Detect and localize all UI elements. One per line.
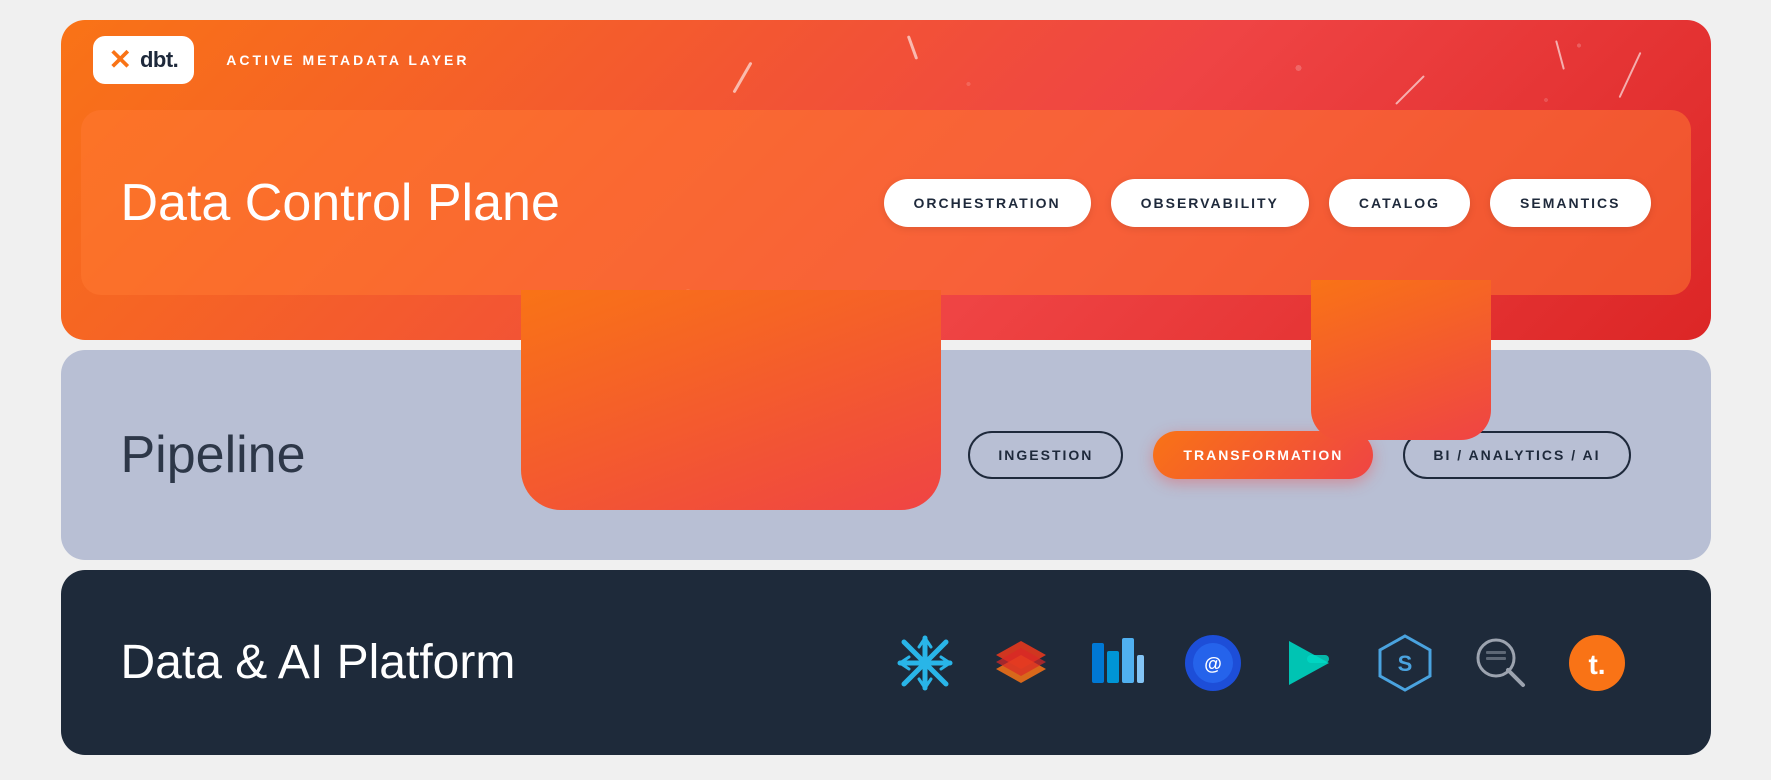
svg-text:@: @ bbox=[1204, 654, 1222, 674]
dbt-logo-text: dbt. bbox=[140, 47, 178, 73]
starburst-icon: S bbox=[1371, 629, 1439, 697]
data-ai-platform-title: Data & AI Platform bbox=[121, 635, 516, 690]
pill-ingestion[interactable]: INGESTION bbox=[968, 431, 1123, 479]
pipeline-title: Pipeline bbox=[121, 425, 401, 485]
active-metadata-label: ACTIVE METADATA LAYER bbox=[226, 52, 469, 68]
atlan-icon: @ bbox=[1179, 629, 1247, 697]
main-container: ✕ dbt. ACTIVE METADATA LAYER Data Contro… bbox=[61, 20, 1711, 760]
svg-text:t.: t. bbox=[1588, 649, 1605, 680]
data-control-plane-title: Data Control Plane bbox=[121, 173, 560, 233]
fivetran-icon bbox=[1275, 629, 1343, 697]
svg-text:S: S bbox=[1397, 651, 1412, 676]
platform-icons-container: @ S bbox=[565, 629, 1650, 697]
orange-drip-left bbox=[521, 290, 941, 510]
pill-semantics[interactable]: SEMANTICS bbox=[1490, 179, 1650, 227]
dbt-logo-symbol: ✕ bbox=[109, 46, 132, 74]
pill-catalog[interactable]: CATALOG bbox=[1329, 179, 1470, 227]
data-ai-platform-section: Data & AI Platform bbox=[61, 570, 1711, 755]
header-bar: ✕ dbt. ACTIVE METADATA LAYER bbox=[61, 20, 1711, 100]
azure-synapse-icon bbox=[1083, 629, 1151, 697]
search-tool-icon bbox=[1467, 629, 1535, 697]
talend-icon: t. bbox=[1563, 629, 1631, 697]
dbt-logo[interactable]: ✕ dbt. bbox=[93, 36, 195, 84]
pill-orchestration[interactable]: ORCHESTRATION bbox=[884, 179, 1091, 227]
pill-observability[interactable]: OBSERVABILITY bbox=[1111, 179, 1309, 227]
snowflake-icon bbox=[891, 629, 959, 697]
data-control-plane-section: Data Control Plane ORCHESTRATION OBSERVA… bbox=[81, 110, 1691, 295]
databricks-icon bbox=[987, 629, 1055, 697]
control-plane-pills: ORCHESTRATION OBSERVABILITY CATALOG SEMA… bbox=[600, 179, 1651, 227]
orange-drip-right bbox=[1311, 280, 1491, 440]
